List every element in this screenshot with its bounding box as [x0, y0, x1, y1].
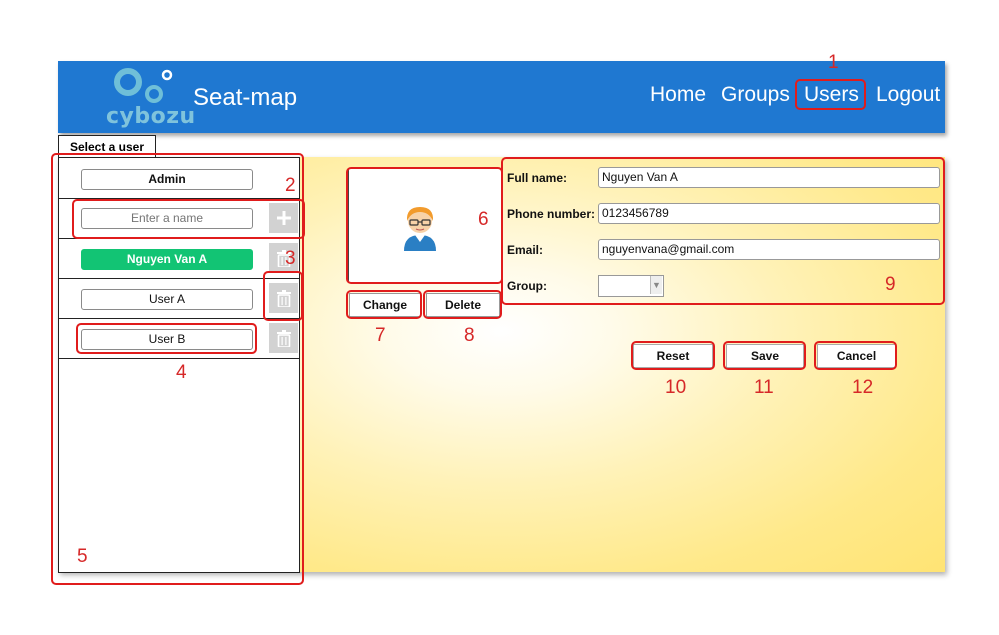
nav-logout[interactable]: Logout [876, 83, 940, 107]
annotation-box [501, 157, 945, 305]
logo-text: cybozu [106, 104, 196, 129]
annotation-number: 1 [828, 52, 839, 73]
annotation-number: 6 [478, 209, 489, 230]
annotation-number: 3 [285, 248, 296, 269]
annotation-box [631, 341, 715, 370]
annotation-number: 5 [77, 546, 88, 567]
nav-home[interactable]: Home [650, 83, 706, 107]
annotation-box [423, 290, 502, 319]
annotation-number: 7 [375, 325, 386, 346]
annotation-number: 8 [464, 325, 475, 346]
annotation-box [723, 341, 806, 370]
annotation-number: 12 [852, 377, 874, 398]
annotation-number: 11 [754, 377, 774, 398]
annotation-box [814, 341, 897, 370]
annotation-number: 9 [885, 274, 896, 295]
annotation-number: 4 [176, 362, 187, 383]
app-title: Seat-map [193, 84, 298, 111]
annotation-box [795, 79, 866, 110]
nav-groups[interactable]: Groups [721, 83, 790, 107]
annotation-number: 2 [285, 175, 296, 196]
annotation-number: 10 [665, 377, 687, 398]
annotation-box [346, 290, 422, 319]
